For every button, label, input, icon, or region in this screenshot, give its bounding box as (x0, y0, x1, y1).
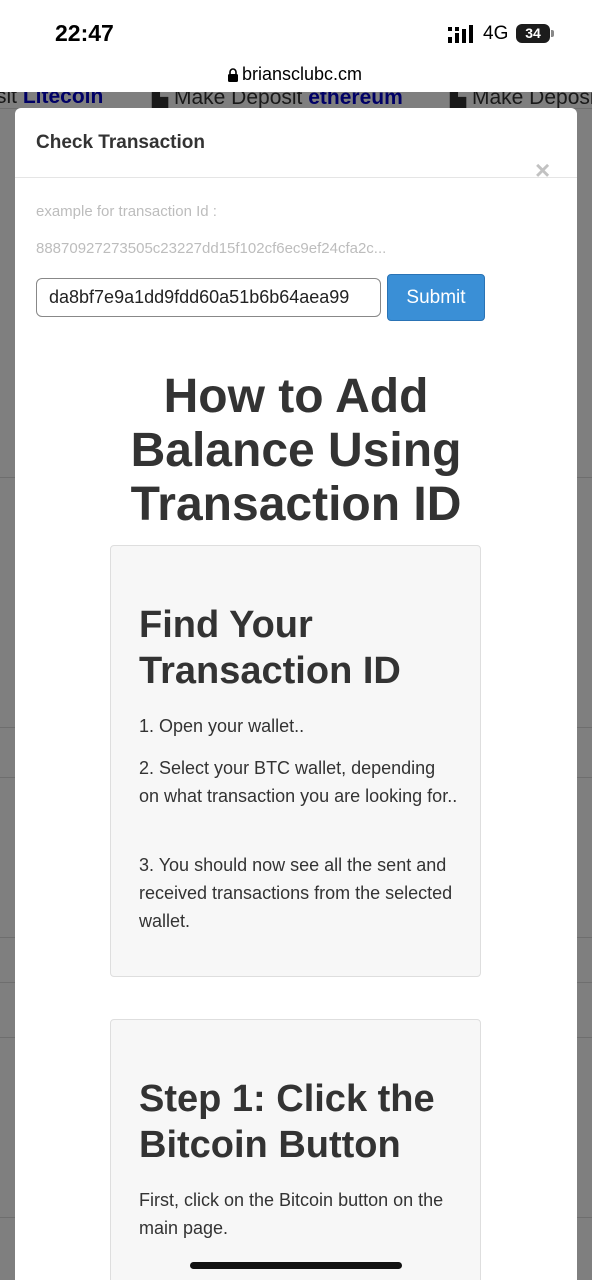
step-text: 3. You should now see all the sent and r… (139, 855, 453, 931)
status-bar: 22:47 4G 34 (0, 0, 592, 62)
battery-cap (551, 30, 554, 37)
url-text[interactable]: briansclubc.cm (242, 64, 362, 85)
step-text: 1. Open your wallet.. (139, 716, 305, 736)
battery-icon: 34 (516, 24, 550, 43)
home-indicator[interactable] (190, 1262, 402, 1269)
lock-icon (228, 68, 238, 82)
close-icon[interactable]: × (535, 157, 550, 183)
submit-button[interactable]: Submit (387, 274, 485, 321)
card-title: Step 1: Click the Bitcoin Button (139, 1078, 435, 1166)
example-transaction-id: 88870927273505c23227dd15f102cf6ec9ef24cf… (36, 240, 387, 257)
step-text: First, click on the Bitcoin button on th… (139, 1190, 444, 1238)
guide-card-step-1: Step 1: Click the Bitcoin Button First, … (110, 1019, 481, 1280)
guide-title: How to Add Balance Using Transaction ID (130, 370, 462, 531)
network-type: 4G (483, 23, 509, 44)
modal-header: Check Transaction × (15, 108, 577, 183)
address-bar[interactable]: briansclubc.cm (0, 62, 592, 92)
cellular-signal-icon (448, 25, 473, 43)
clock: 22:47 (55, 20, 114, 46)
guide-card-find-id: Find Your Transaction ID 1. Open your wa… (110, 545, 481, 977)
step-text: 2. Select your BTC wallet, depending on … (139, 758, 458, 806)
check-transaction-modal: Check Transaction × example for transact… (15, 108, 577, 1280)
card-title: Find Your Transaction ID (139, 604, 401, 692)
transaction-id-input[interactable] (36, 278, 381, 317)
example-label: example for transaction Id : (36, 203, 217, 220)
modal-title: Check Transaction (36, 132, 205, 153)
